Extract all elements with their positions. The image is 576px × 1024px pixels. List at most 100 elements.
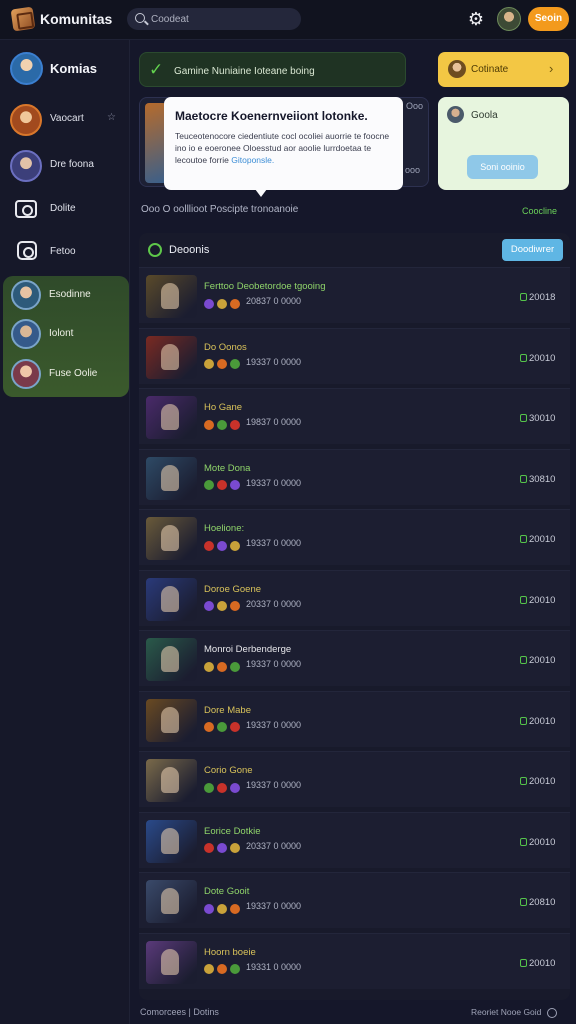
list-item[interactable]: Doroe Goene 20337 0 0000 20010 — [139, 569, 570, 626]
list-item-meta: 20337 0 0000 — [246, 840, 302, 851]
notice-banner[interactable]: ✓ Gamine Nuniaine Ioteane boing — [139, 52, 406, 87]
logo-icon[interactable] — [10, 6, 36, 32]
search-input[interactable] — [151, 10, 291, 28]
badge-icon — [230, 480, 240, 491]
status-link[interactable]: Coocline — [522, 206, 557, 216]
list-item-title[interactable]: Hoelione: — [204, 523, 244, 534]
game-thumbnail[interactable] — [146, 698, 197, 742]
list-item[interactable]: Ferttoo Deobetordoe tgooing 20837 0 0000 2… — [139, 267, 570, 323]
game-thumbnail[interactable] — [146, 396, 197, 439]
badge-icon — [217, 661, 227, 672]
list-item[interactable]: Eorice Dotkie 20337 0 0000 20010 — [139, 811, 570, 868]
list-item[interactable]: Corio Gone 19337 0 0000 20010 — [139, 751, 570, 807]
user-avatar[interactable] — [497, 7, 521, 31]
list-item-title[interactable]: Monroi Derbenderge — [204, 644, 291, 655]
list-item[interactable]: Mote Dona 19337 0 0000 30810 — [139, 448, 570, 505]
sidebar-group-item[interactable]: Iolont — [11, 317, 126, 351]
sidebar-group-label: Fuse Oolie — [49, 368, 98, 379]
game-thumbnail[interactable] — [146, 638, 197, 681]
list-item[interactable]: Ho Gane 19837 0 0000 30010 — [139, 388, 570, 444]
list-item-title[interactable]: Doroe Goene — [204, 584, 261, 595]
footer-right-text[interactable]: Reoriet Nooe Goid — [471, 1007, 541, 1017]
game-thumbnail[interactable] — [146, 577, 197, 621]
score-value: 20010 — [529, 534, 556, 545]
list-item[interactable]: Dore Mabe 19337 0 0000 20010 — [139, 690, 570, 747]
status-indicator-icon — [520, 958, 527, 967]
list-item-meta: 19837 0 0000 — [246, 417, 302, 427]
search-bar[interactable] — [127, 8, 301, 30]
sidebar-item-fetoo[interactable]: Fetoo — [10, 235, 125, 271]
footer-links[interactable]: Comorcees | Dotins — [140, 1007, 219, 1017]
list-item-title[interactable]: Eorice Dotkie — [204, 826, 261, 837]
avatar — [10, 52, 43, 85]
badge-icon — [217, 782, 227, 793]
badge-icons — [204, 477, 243, 491]
list-item[interactable]: Monroi Derbenderge 19337 0 0000 20010 — [139, 630, 570, 686]
game-thumbnail[interactable] — [146, 335, 197, 379]
camera-icon — [17, 241, 37, 260]
list-item-score: 20010 — [520, 958, 555, 969]
status-indicator-icon — [520, 414, 527, 423]
badge-icons — [204, 416, 243, 430]
panel-action-button[interactable]: Doodiwrer — [502, 239, 563, 261]
info-card-button[interactable]: Soni ooinio — [467, 155, 538, 179]
badge-icon — [204, 722, 214, 733]
badge-icon — [230, 782, 240, 793]
list-item-title[interactable]: Dote Gooit — [204, 886, 249, 897]
badge-icons — [204, 840, 243, 854]
sidebar-item-dre-foona[interactable]: Dre foona — [10, 148, 125, 184]
sidebar-profile[interactable]: Komias — [10, 52, 125, 88]
check-icon: ✓ — [149, 60, 164, 79]
list-item-title[interactable]: Mote Dona — [204, 463, 250, 474]
list-item[interactable]: Hoorn boeie 19331 0 0000 20010 — [139, 932, 570, 989]
score-value: 20810 — [529, 897, 556, 908]
help-icon[interactable] — [546, 1007, 557, 1018]
brand-title[interactable]: Komunitas — [40, 11, 112, 27]
list-item[interactable]: Hoelione: 19337 0 0000 20010 — [139, 509, 570, 565]
game-thumbnail[interactable] — [146, 880, 197, 923]
score-value: 20010 — [529, 655, 556, 666]
avatar — [11, 359, 41, 389]
highlight-card[interactable]: Cotinate › — [438, 52, 569, 87]
game-thumbnail[interactable] — [146, 819, 197, 863]
sidebar-group-label: Iolont — [49, 328, 74, 339]
star-icon[interactable]: ☆ — [107, 112, 116, 123]
sidebar-group-item[interactable]: Esodinne — [11, 278, 126, 312]
status-indicator-icon — [520, 716, 527, 725]
gear-icon[interactable]: ⚙ — [466, 9, 486, 29]
sidebar-group-item[interactable]: Fuse Oolie — [11, 357, 126, 391]
list-item[interactable]: Dote Gooit 19337 0 0000 20810 — [139, 872, 570, 928]
list-item-title[interactable]: Ho Gane — [204, 402, 242, 413]
sidebar-item-vaocart[interactable]: Vaocart ☆ — [10, 102, 125, 138]
badge-icon — [230, 722, 240, 733]
game-thumbnail[interactable] — [146, 517, 197, 560]
list-item-title[interactable]: Corio Gone — [204, 765, 253, 776]
popup-link[interactable]: Gitoponsle. — [231, 155, 274, 165]
sidebar-item-label: Vaocart — [50, 113, 84, 124]
game-thumbnail[interactable] — [146, 759, 197, 802]
list-item-title[interactable]: Do Oonos — [204, 342, 247, 353]
badge-icon — [204, 601, 214, 612]
avatar — [10, 150, 42, 182]
badge-icon — [217, 722, 227, 733]
popup-title: Maetocre Koenernveiiont lotonke. — [175, 109, 368, 123]
list-item[interactable]: Do Oonos 19337 0 0000 20010 — [139, 327, 570, 384]
badge-icons — [204, 598, 243, 612]
badge-icons — [204, 961, 243, 975]
badge-icon — [204, 540, 214, 551]
game-thumbnail[interactable] — [146, 940, 197, 984]
list-item-score: 20018 — [520, 292, 555, 303]
sidebar-item-dolite[interactable]: Dolite — [10, 192, 125, 228]
badge-icon — [230, 601, 240, 612]
badge-icon — [230, 298, 240, 309]
badge-icons — [204, 356, 243, 370]
list-item-title[interactable]: Hoorn boeie — [204, 947, 256, 958]
game-thumbnail[interactable] — [146, 456, 197, 500]
list-item-title[interactable]: Ferttoo Deobetordoe tgooing — [204, 281, 325, 292]
badge-icon — [204, 298, 214, 309]
badge-icon — [204, 661, 214, 672]
list-item-title[interactable]: Dore Mabe — [204, 705, 251, 716]
signin-button[interactable]: Seoin — [528, 7, 569, 31]
game-thumbnail[interactable] — [146, 275, 197, 318]
avatar — [11, 319, 41, 349]
